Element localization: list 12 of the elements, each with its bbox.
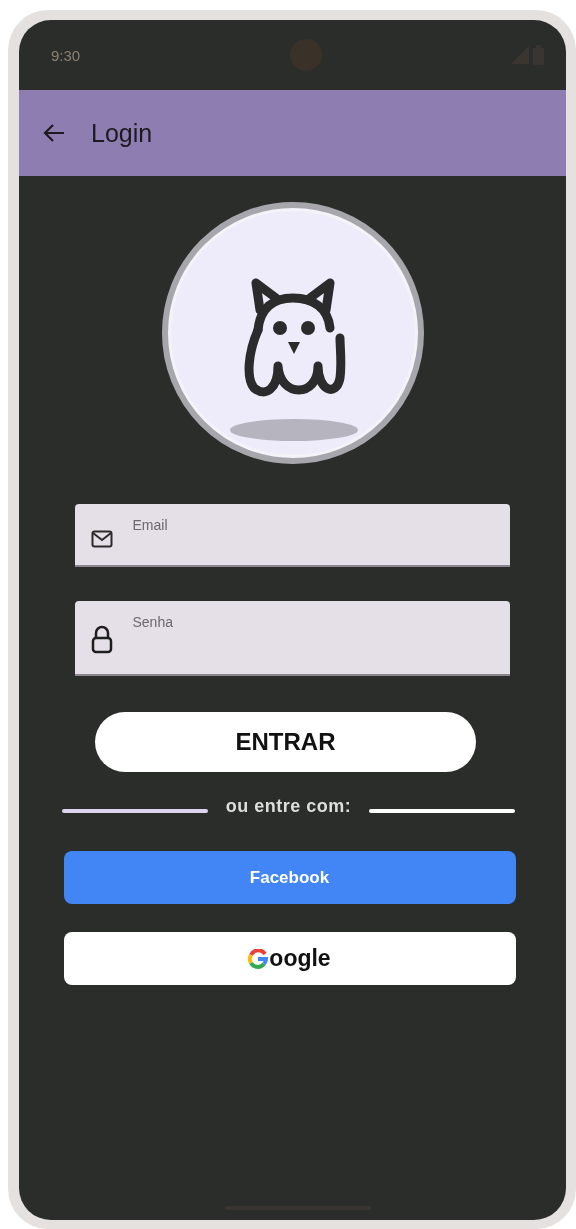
mail-icon [90,530,113,548]
google-g-icon [248,948,269,969]
status-time: 9:30 [51,46,81,64]
facebook-button[interactable]: Facebook [63,851,516,904]
app-bar-title: Login [91,118,153,148]
back-arrow-icon[interactable] [43,123,65,143]
lock-icon [90,625,113,655]
password-field[interactable]: Senha [132,614,510,630]
google-button[interactable]: oogle [63,932,516,985]
submit-button[interactable]: ENTRAR [95,712,476,772]
divider-text: ou entre com: [225,796,352,817]
email-field[interactable]: Email [132,517,510,533]
